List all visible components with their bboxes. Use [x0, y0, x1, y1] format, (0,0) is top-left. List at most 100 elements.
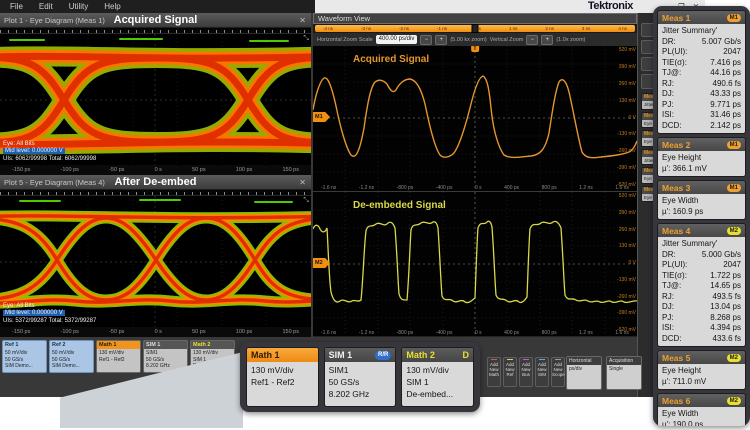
ref2-badge[interactable]: Ref 2 50 mV/div 50 GS/s SIM Demo... [49, 340, 94, 373]
add-new-math-button[interactable]: Add New Math [487, 357, 501, 387]
horizontal-label: Horizontal [567, 357, 601, 365]
menu-edit[interactable]: Edit [39, 2, 53, 11]
vertical-zoom-label: Vertical Zoom [490, 37, 524, 43]
tick-label: -130 mV [617, 131, 636, 137]
tick-label: -1.6 ns [321, 185, 336, 191]
acquired-y-axis: 520 mV 390 mV 260 mV 130 mV 0 V -130 mV … [617, 47, 636, 188]
deembedded-y-axis: 520 mV 390 mV 260 mV 130 mV 0 V -130 mV … [617, 193, 636, 333]
trigger-marker[interactable]: T [471, 46, 479, 52]
badge-line: Ref1 - Ref2 [99, 357, 138, 364]
m2-source-pill: M2 [727, 227, 741, 235]
tick-label: -1.2 ns [359, 185, 374, 191]
tick-label: -50 ps [109, 167, 124, 173]
m1-source-pill: M1 [727, 14, 741, 22]
titlebar-right: Tektronix — ❐ ✕ [315, 0, 705, 13]
meas3-result-badge[interactable]: Meas 3 M1 Eye Width µ': 160.9 ps [657, 180, 746, 220]
vzoom-plus-button[interactable]: + [541, 35, 553, 45]
callout-badge-line: 8.202 GHz [329, 388, 392, 400]
callout-badge-line: 130 mV/div [251, 364, 314, 376]
zoom-overview-bar[interactable]: -4 ns -3 ns -2 ns -1 ns 0 s 1 ns 2 ns 3 … [313, 24, 637, 33]
plot5-close-icon[interactable]: ✕ [299, 178, 306, 187]
overview-tick: 4 ns [618, 26, 627, 31]
deembedded-waveform-area: De-embeded Signal M2 520 mV 390 mV 260 m… [313, 191, 637, 336]
meas-subtitle: Jitter Summary' [662, 26, 741, 37]
tick-label: -390 mV [617, 310, 636, 316]
meas1-result-badge[interactable]: Meas 1 M1 Jitter Summary' DR:5.007 Gb/s … [657, 10, 746, 134]
plot1-eye-diagram-panel: Plot 1 - Eye Diagram (Meas 1) Acquired S… [0, 13, 311, 175]
menu-file[interactable]: File [10, 2, 23, 11]
plot5-heading: After De-embed [0, 176, 311, 188]
tick-label: -400 ps [436, 185, 453, 191]
add-source-buttons: Add New Math Add New Ref Add New Bus Add… [487, 357, 565, 387]
add-new-ref-button[interactable]: Add New Ref [503, 357, 517, 387]
meas-line: Eye Height [662, 366, 741, 377]
acquired-waveform-plot [313, 46, 637, 191]
acquisition-settings-badge[interactable]: Acquisition Single [606, 356, 642, 390]
math1-callout-badge[interactable]: Math 1 130 mV/div Ref1 - Ref2 [246, 347, 319, 407]
math2-callout-badge[interactable]: Math 2 D 130 mV/div SIM 1 De-embed... [401, 347, 474, 407]
menu-utility[interactable]: Utility [69, 2, 89, 11]
meas-title: Meas 4 [662, 226, 690, 236]
horizontal-zoom-value[interactable]: 400.00 ps/div [376, 35, 418, 44]
tick-label: 520 mV [619, 47, 636, 53]
add-new-bus-button[interactable]: Add New Bus [519, 357, 533, 387]
add-new-scope-button[interactable]: Add New Scope [551, 357, 565, 387]
tick-label: 0 V [628, 260, 636, 266]
meas-subtitle: Jitter Summary' [662, 239, 741, 250]
callout-badge-line: Ref1 - Ref2 [251, 376, 314, 388]
plot5-titlebar: Plot 5 - Eye Diagram (Meas 4) After De-e… [0, 175, 311, 190]
plot1-close-icon[interactable]: ✕ [299, 16, 306, 25]
math1-badge[interactable]: Math 1 130 mV/div Ref1 - Ref2 [96, 340, 141, 373]
overview-tick: -4 ns [323, 26, 333, 31]
tick-label: 0 s [155, 329, 162, 335]
overview-tick: 3 ns [582, 26, 591, 31]
meas-line: Eye Width [662, 409, 741, 420]
tick-label: -150 ps [12, 329, 30, 335]
meas4-result-badge[interactable]: Meas 4 M2 Jitter Summary' DR:5.000 Gb/s … [657, 223, 746, 347]
meas5-result-badge[interactable]: Meas 5 M2 Eye Height µ': 711.0 mV [657, 350, 746, 390]
hzoom-minus-button[interactable]: − [420, 35, 432, 45]
meas-title: Meas 5 [662, 353, 690, 363]
badge-title: Ref 1 [3, 341, 46, 349]
add-new-sim-button[interactable]: Add New SIM [535, 357, 549, 387]
plot5-eye-diagram-panel: Plot 5 - Eye Diagram (Meas 4) After De-e… [0, 175, 311, 337]
tick-label: 260 mV [619, 227, 636, 233]
tick-label: -100 ps [61, 329, 79, 335]
badge-title: Math 1 [97, 341, 140, 349]
plot5-stats-overlay: Eye: All Bits Mid level: 0.000000 V UIs:… [3, 303, 96, 326]
menu-bar: File Edit Utility Help [0, 0, 315, 13]
tick-label: 0 V [628, 115, 636, 121]
meas-line: Eye Width [662, 196, 741, 207]
acquisition-value: Single [607, 365, 641, 390]
meas-line: Eye Height [662, 153, 741, 164]
meas-line: µ': 160.9 ps [662, 207, 741, 218]
zoom-region-marker[interactable] [472, 24, 479, 33]
plot5-resize-icon[interactable]: ⤡ [303, 197, 309, 205]
meas2-result-badge[interactable]: Meas 2 M1 Eye Height µ': 366.1 mV [657, 137, 746, 177]
vzoom-factor: (1.0x zoom) [556, 37, 585, 43]
tick-label: 1.2 ns [579, 185, 593, 191]
badge-title: Math 2 [191, 341, 234, 349]
tick-label: -150 ps [12, 167, 30, 173]
tick-label: 130 mV [619, 243, 636, 249]
horizontal-settings-badge[interactable]: Horizontal ps/div [566, 356, 602, 390]
tick-label: 400 ps [504, 330, 519, 336]
hzoom-plus-button[interactable]: + [435, 35, 447, 45]
zoom-controls-bar: Horizontal Zoom Scale 400.00 ps/div − + … [313, 33, 637, 46]
callout-badge-title: Math 1 [251, 350, 280, 360]
tick-label: 150 ps [282, 167, 299, 173]
menu-help[interactable]: Help [104, 2, 120, 11]
acquired-waveform-area: T Acquired Signal M1 520 mV 390 mV 260 m… [313, 46, 637, 191]
tick-label: 1.6 ns [615, 330, 629, 336]
tick-label: 260 mV [619, 81, 636, 87]
vzoom-minus-button[interactable]: − [526, 35, 538, 45]
tekscope-app-window: File Edit Utility Help Tektronix — ❐ ✕ P… [0, 0, 705, 397]
sim1-callout-badge[interactable]: SIM 1 R/R SIM1 50 GS/s 8.202 GHz [324, 347, 397, 407]
meas-line: µ': 711.0 mV [662, 377, 741, 388]
plot1-resize-icon[interactable]: ⤡ [303, 35, 309, 43]
meas6-result-badge[interactable]: Meas 6 M2 Eye Width µ': 190.0 ps [657, 393, 746, 426]
tick-label: 800 ps [542, 330, 557, 336]
ref1-badge[interactable]: Ref 1 50 mV/div 50 GS/s SIM Demo... [2, 340, 47, 373]
tick-label: -800 ps [397, 185, 414, 191]
meas-line: µ': 366.1 mV [662, 164, 741, 175]
